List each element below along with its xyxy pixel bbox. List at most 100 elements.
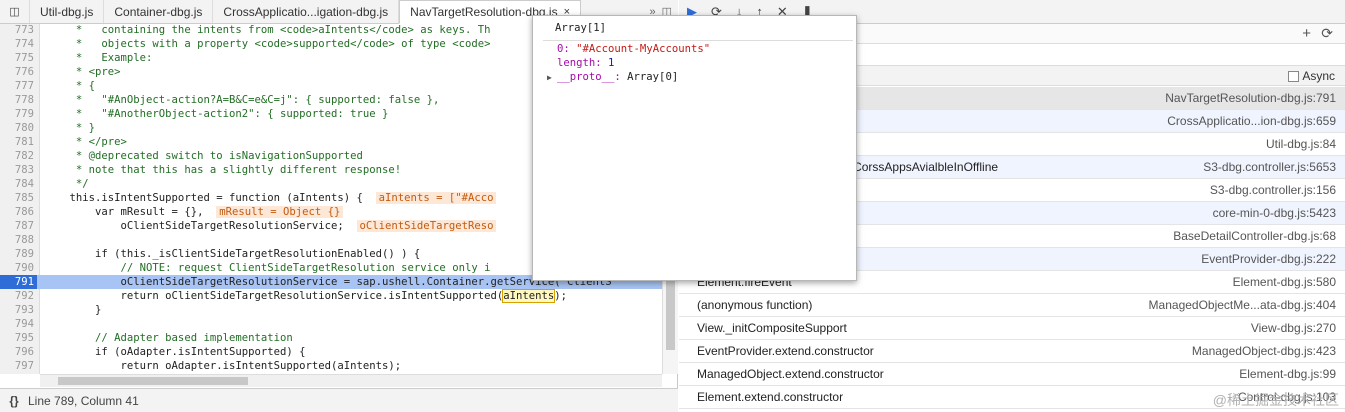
code-text: * } <box>44 121 95 135</box>
code-line[interactable]: 796 if (oAdapter.isIntentSupported) { <box>0 345 662 359</box>
checkbox[interactable] <box>1288 70 1300 82</box>
line-number[interactable]: 792 <box>0 289 37 303</box>
line-number[interactable]: 785 <box>0 191 37 205</box>
call-frame[interactable]: View._initCompositeSupport View-dbg.js:27… <box>679 317 1345 340</box>
inline-value: oClientSideTargetReso <box>356 220 497 232</box>
frame-location[interactable]: EventProvider-dbg.js:222 <box>1201 248 1336 270</box>
line-number[interactable]: 777 <box>0 79 37 93</box>
line-number[interactable]: 786 <box>0 205 37 219</box>
frame-location[interactable]: NavTargetResolution-dbg.js:791 <box>1165 87 1336 109</box>
frame-function: Element.extend.constructor <box>697 390 844 404</box>
code-fragment: * } <box>44 122 96 134</box>
frame-location[interactable]: S3-dbg.controller.js:5653 <box>1203 156 1336 178</box>
scrollbar-thumb[interactable] <box>58 377 248 385</box>
line-number[interactable]: 783 <box>0 163 37 177</box>
line-number[interactable]: 781 <box>0 135 37 149</box>
frame-location[interactable]: BaseDetailController-dbg.js:68 <box>1173 225 1336 247</box>
property-key[interactable]: __proto__: <box>557 71 621 83</box>
tab-container[interactable]: Container-dbg.js <box>104 0 214 23</box>
frame-location[interactable]: ManagedObjectMe...ata-dbg.js:404 <box>1149 294 1336 316</box>
horizontal-scrollbar[interactable] <box>40 374 662 387</box>
line-number[interactable]: 788 <box>0 233 37 247</box>
code-fragment: */ <box>44 178 89 190</box>
line-number[interactable]: 789 <box>0 247 37 261</box>
line-number[interactable]: 793 <box>0 303 37 317</box>
line-number[interactable]: 790 <box>0 261 37 275</box>
code-text: * Example: <box>44 51 153 65</box>
code-line[interactable]: 795 // Adapter based implementation <box>0 331 662 345</box>
line-number[interactable]: 780 <box>0 121 37 135</box>
property-key: 0: <box>557 43 570 55</box>
frame-location[interactable]: Element-dbg.js:99 <box>1239 363 1336 385</box>
inline-value: mResult = Object {} <box>216 206 344 218</box>
async-checkbox[interactable]: Async <box>1288 69 1335 83</box>
code-text: * @deprecated switch to isNavigationSupp… <box>44 149 363 163</box>
divider <box>543 40 853 41</box>
line-number[interactable]: 774 <box>0 37 37 51</box>
code-fragment: // NOTE: request ClientSideTargetResolut… <box>44 262 491 274</box>
code-text: } <box>44 303 101 317</box>
code-line[interactable]: 792 return oClientSideTargetResolutionSe… <box>0 289 662 303</box>
line-number[interactable]: 779 <box>0 107 37 121</box>
frame-location[interactable]: ManagedObject-dbg.js:423 <box>1192 340 1336 362</box>
pretty-print-button[interactable]: {} <box>0 394 28 408</box>
line-number[interactable]: 791 <box>0 275 37 289</box>
code-fragment: return oClientSideTargetResolutionServic… <box>44 290 504 302</box>
code-text: if (oAdapter.isIntentSupported) { <box>44 345 306 359</box>
code-fragment: this.isIntentSupported = function (aInte… <box>44 192 363 204</box>
async-label: Async <box>1302 69 1335 83</box>
frame-function: (anonymous function) <box>697 298 813 312</box>
tab-util[interactable]: Util-dbg.js <box>30 0 105 23</box>
refresh-icon[interactable]: ⟳ <box>1321 25 1333 42</box>
frame-location[interactable]: Element-dbg.js:580 <box>1233 271 1336 293</box>
line-number[interactable]: 773 <box>0 24 37 37</box>
call-frame[interactable]: EventProvider.extend.constructor ManagedO… <box>679 340 1345 363</box>
property-value: 1 <box>608 57 615 69</box>
code-fragment: * </pre> <box>44 136 127 148</box>
code-fragment: if (oAdapter.isIntentSupported) { <box>44 346 306 358</box>
line-number[interactable]: 784 <box>0 177 37 191</box>
expand-triangle-icon[interactable]: ▶ <box>547 73 552 82</box>
code-text: * { <box>44 79 95 93</box>
call-frame[interactable]: (anonymous function) ManagedObjectMe...at… <box>679 294 1345 317</box>
line-number[interactable]: 796 <box>0 345 37 359</box>
code-text: // NOTE: request ClientSideTargetResolut… <box>44 261 491 275</box>
code-fragment: ); <box>554 290 568 302</box>
code-line[interactable]: 797 return oAdapter.isIntentSupported(aI… <box>0 359 662 373</box>
line-number[interactable]: 778 <box>0 93 37 107</box>
code-line[interactable]: 793 } <box>0 303 662 317</box>
frame-location[interactable]: core-min-0-dbg.js:5423 <box>1213 202 1336 224</box>
call-frame[interactable]: ManagedObject.extend.constructor Element-… <box>679 363 1345 386</box>
frame-location[interactable]: View-dbg.js:270 <box>1251 317 1336 339</box>
line-number[interactable]: 782 <box>0 149 37 163</box>
line-number[interactable]: 794 <box>0 317 37 331</box>
frame-location[interactable]: CrossApplicatio...ion-dbg.js:659 <box>1167 110 1336 132</box>
code-fragment: * "#AnObject-action?A=B&C=e&C=j": { supp… <box>44 94 440 106</box>
code-line[interactable]: 794 <box>0 317 662 331</box>
tab-label: Util-dbg.js <box>40 4 94 19</box>
code-text: return oClientSideTargetResolutionServic… <box>44 289 567 303</box>
tab-crossapp[interactable]: CrossApplicatio...igation-dbg.js <box>213 0 400 23</box>
code-text: * "#AnObject-action?A=B&C=e&C=j": { supp… <box>44 93 440 107</box>
code-text: if (this._isClientSideTargetResolutionEn… <box>44 247 420 261</box>
line-number[interactable]: 795 <box>0 331 37 345</box>
tab-label: CrossApplicatio...igation-dbg.js <box>223 4 389 19</box>
line-number[interactable]: 775 <box>0 51 37 65</box>
code-text: * <pre> <box>44 65 121 79</box>
frame-location[interactable]: S3-dbg.controller.js:156 <box>1210 179 1336 201</box>
line-number[interactable]: 787 <box>0 219 37 233</box>
hovered-variable[interactable]: aIntents <box>502 289 556 303</box>
code-fragment: * objects with a property <code>supporte… <box>44 38 491 50</box>
code-fragment: * Example: <box>44 52 153 64</box>
frame-function: ManagedObject.extend.constructor <box>697 367 884 381</box>
code-text: * </pre> <box>44 135 127 149</box>
inline-value: aIntents = ["#Acco <box>375 192 497 204</box>
line-number[interactable]: 798 <box>0 373 37 374</box>
toggle-navigator-icon[interactable]: ◫ <box>0 0 30 23</box>
frame-location[interactable]: Util-dbg.js:84 <box>1266 133 1336 155</box>
frame-function: EventProvider.extend.constructor <box>697 344 874 358</box>
add-watch-icon[interactable]: + <box>1302 25 1311 42</box>
code-text: oClientSideTargetResolutionService; oCli… <box>44 219 497 233</box>
line-number[interactable]: 776 <box>0 65 37 79</box>
line-number[interactable]: 797 <box>0 359 37 373</box>
